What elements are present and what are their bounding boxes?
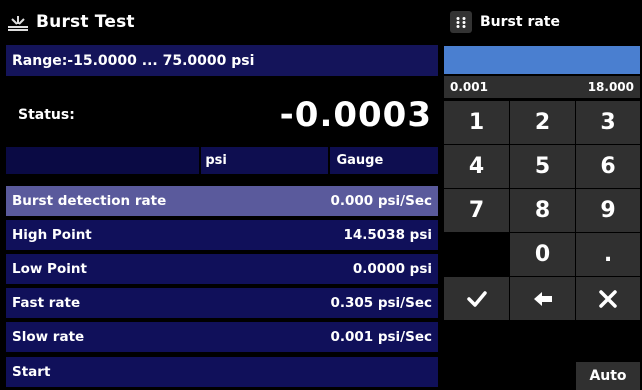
key-decimal[interactable]: . <box>576 233 640 276</box>
row-label: Slow rate <box>12 329 85 345</box>
row-value: 0.001 psi/Sec <box>330 329 432 345</box>
row-high-point[interactable]: High Point 14.5038 psi <box>6 220 438 250</box>
auto-button[interactable]: Auto <box>576 362 640 390</box>
row-value: 0.305 psi/Sec <box>330 295 432 311</box>
row-low-point[interactable]: Low Point 0.0000 psi <box>6 254 438 284</box>
row-label: High Point <box>12 227 92 243</box>
row-value: 0.000 psi/Sec <box>330 193 432 209</box>
unit-spacer <box>6 147 200 174</box>
status-value: -0.0003 <box>279 95 432 135</box>
burst-test-icon <box>8 16 28 31</box>
mode-selector[interactable]: Gauge <box>330 147 438 174</box>
backspace-button[interactable] <box>510 277 575 320</box>
cancel-button[interactable] <box>576 277 640 320</box>
key-3[interactable]: 3 <box>576 101 640 144</box>
unit-selector[interactable]: psi <box>201 147 329 174</box>
unit-row: psi Gauge <box>6 147 438 174</box>
key-2[interactable]: 2 <box>510 101 575 144</box>
row-label: Low Point <box>12 261 87 277</box>
check-icon <box>466 290 487 307</box>
row-fast-rate[interactable]: Fast rate 0.305 psi/Sec <box>6 288 438 318</box>
key-6[interactable]: 6 <box>576 145 640 188</box>
key-1[interactable]: 1 <box>444 101 509 144</box>
row-burst-detection-rate[interactable]: Burst detection rate 0.000 psi/Sec <box>6 186 438 216</box>
close-icon <box>599 289 617 308</box>
key-9[interactable]: 9 <box>576 189 640 232</box>
status-display: Status: -0.0003 <box>6 90 438 140</box>
keypad-title: Burst rate <box>480 14 560 30</box>
page-title: Burst Test <box>36 12 135 32</box>
status-label: Status: <box>18 107 75 123</box>
key-0[interactable]: 0 <box>510 233 575 276</box>
row-value: 14.5038 psi <box>343 227 432 243</box>
title-bar: Burst Test <box>0 0 440 44</box>
key-7[interactable]: 7 <box>444 189 509 232</box>
row-slow-rate[interactable]: Slow rate 0.001 psi/Sec <box>6 322 438 352</box>
keypad-header: Burst rate <box>444 4 640 40</box>
keypad-input-field[interactable] <box>444 46 640 74</box>
range-display: Range:-15.0000 ... 75.0000 psi <box>6 45 438 76</box>
keypad-range: 0.001 18.000 <box>444 76 640 98</box>
key-5[interactable]: 5 <box>510 145 575 188</box>
row-label: Start <box>12 364 51 380</box>
row-label: Burst detection rate <box>12 193 167 209</box>
left-arrow-icon <box>533 291 552 306</box>
row-label: Fast rate <box>12 295 81 311</box>
keypad-grid-icon[interactable] <box>450 11 472 33</box>
row-value: 0.0000 psi <box>352 261 432 277</box>
key-4[interactable]: 4 <box>444 145 509 188</box>
grid-dots-icon <box>456 17 466 28</box>
start-button[interactable]: Start <box>6 357 438 387</box>
key-8[interactable]: 8 <box>510 189 575 232</box>
key-empty <box>444 233 509 276</box>
enter-button[interactable] <box>444 277 509 320</box>
range-max: 18.000 <box>587 80 634 94</box>
range-min: 0.001 <box>450 80 488 94</box>
